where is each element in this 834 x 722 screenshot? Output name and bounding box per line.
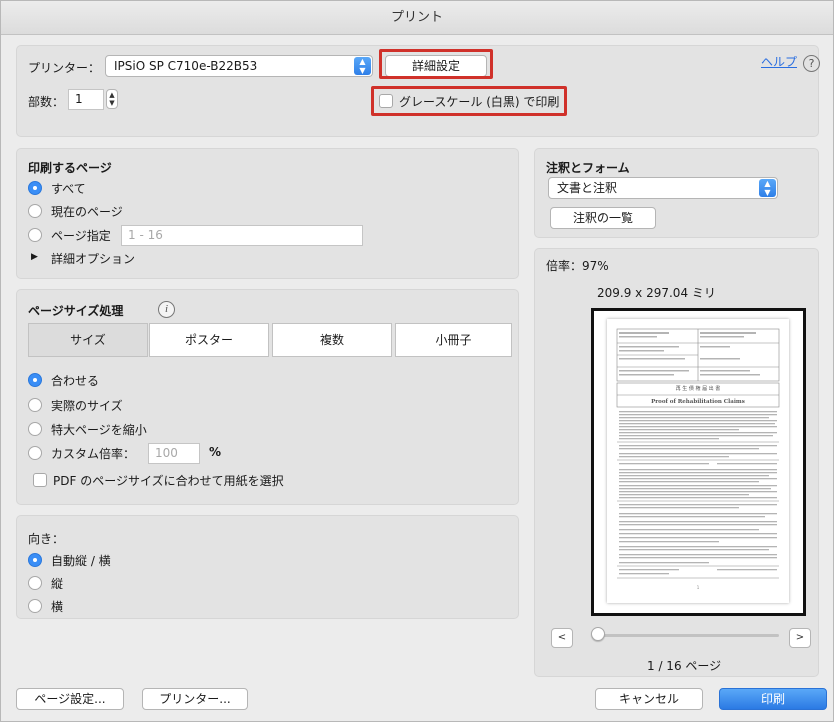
fit-radio[interactable] bbox=[28, 373, 42, 387]
disclosure-triangle-icon[interactable]: ▶ bbox=[31, 252, 38, 262]
document-content-lines: 再 生 債 権 届 出 書 Proof of Rehabilitation Cl… bbox=[616, 328, 780, 590]
custom-scale-input[interactable]: 100 bbox=[148, 443, 200, 464]
document-page-number: 1 bbox=[697, 585, 700, 590]
orientation-title: 向き： bbox=[28, 532, 65, 546]
advanced-options-label[interactable]: 詳細オプション bbox=[51, 250, 135, 267]
page-dimensions: 209.9 x 297.04 ミリ bbox=[597, 286, 716, 300]
pages-all-label: すべて bbox=[51, 182, 86, 196]
tab-size[interactable]: サイズ bbox=[28, 323, 148, 357]
annotations-value: 文書と注釈 bbox=[557, 181, 618, 195]
page-size-title: ページサイズ処理 bbox=[28, 304, 124, 318]
orientation-portrait-label: 縦 bbox=[51, 577, 64, 591]
pages-current-label: 現在のページ bbox=[51, 205, 123, 219]
help-icon[interactable]: ? bbox=[803, 55, 820, 72]
shrink-oversized-radio[interactable] bbox=[28, 422, 42, 436]
print-dialog: プリント プリンター： IPSiO SP C710e-B22B53 ▲ ▼ 詳細設… bbox=[0, 0, 834, 722]
custom-scale-label: カスタム倍率： bbox=[51, 447, 136, 461]
print-button[interactable]: 印刷 bbox=[719, 688, 827, 710]
pages-title: 印刷するページ bbox=[28, 161, 112, 175]
printer-value: IPSiO SP C710e-B22B53 bbox=[114, 59, 258, 73]
tab-multiple[interactable]: 複数 bbox=[272, 323, 392, 357]
printer-select[interactable]: IPSiO SP C710e-B22B53 ▲ ▼ bbox=[105, 55, 373, 77]
help-link[interactable]: ヘルプ bbox=[761, 53, 797, 70]
cancel-button[interactable]: キャンセル bbox=[595, 688, 703, 710]
tab-poster[interactable]: ポスター bbox=[149, 323, 269, 357]
info-icon[interactable]: i bbox=[158, 301, 175, 318]
tab-booklet[interactable]: 小冊子 bbox=[395, 323, 512, 357]
page-indicator: 1 / 16 ページ bbox=[647, 659, 722, 673]
window-title: プリント bbox=[1, 1, 833, 35]
printer-label: プリンター： bbox=[28, 61, 101, 75]
preview-frame: 再 生 債 権 届 出 書 Proof of Rehabilitation Cl… bbox=[591, 308, 806, 616]
previous-page-button[interactable]: < bbox=[551, 628, 573, 648]
custom-scale-radio[interactable] bbox=[28, 446, 42, 460]
pages-range-input[interactable]: 1 - 16 bbox=[121, 225, 363, 246]
document-title-text: 再 生 債 権 届 出 書 bbox=[676, 385, 721, 392]
page-slider-knob[interactable] bbox=[591, 627, 605, 641]
percent-label: % bbox=[209, 445, 222, 459]
orientation-auto-radio[interactable] bbox=[28, 553, 42, 567]
document-page-preview: 再 生 債 権 届 出 書 Proof of Rehabilitation Cl… bbox=[607, 319, 789, 603]
orientation-portrait-radio[interactable] bbox=[28, 576, 42, 590]
actual-size-label: 実際のサイズ bbox=[51, 399, 123, 413]
copies-stepper[interactable]: ▲ ▼ bbox=[106, 89, 118, 109]
next-page-button[interactable]: > bbox=[789, 628, 811, 648]
shrink-oversized-label: 特大ページを縮小 bbox=[51, 423, 147, 437]
annotations-select[interactable]: 文書と注釈 ▲ ▼ bbox=[548, 177, 778, 199]
copies-label: 部数： bbox=[28, 95, 65, 109]
fit-label: 合わせる bbox=[51, 374, 100, 388]
annotations-list-button[interactable]: 注釈の一覧 bbox=[550, 207, 656, 229]
pages-current-radio[interactable] bbox=[28, 204, 42, 218]
orientation-auto-label: 自動縦 / 横 bbox=[51, 554, 111, 568]
page-slider-track[interactable] bbox=[599, 634, 779, 637]
document-subtitle-text: Proof of Rehabilitation Claims bbox=[651, 399, 745, 405]
pages-all-radio[interactable] bbox=[28, 181, 42, 195]
popup-arrows-icon: ▲ ▼ bbox=[354, 57, 371, 75]
printer-button[interactable]: プリンター... bbox=[142, 688, 248, 710]
details-highlight bbox=[379, 49, 493, 79]
copies-input[interactable]: 1 bbox=[68, 89, 104, 110]
actual-size-radio[interactable] bbox=[28, 398, 42, 412]
pages-range-radio[interactable] bbox=[28, 228, 42, 242]
pdf-fit-checkbox[interactable] bbox=[33, 473, 47, 487]
scale-value: 97% bbox=[582, 259, 609, 273]
grayscale-label: グレースケール (白黒) で印刷 bbox=[399, 95, 560, 109]
grayscale-checkbox[interactable] bbox=[379, 94, 393, 108]
orientation-landscape-radio[interactable] bbox=[28, 599, 42, 613]
pdf-fit-label: PDF のページサイズに合わせて用紙を選択 bbox=[53, 474, 284, 488]
orientation-landscape-label: 横 bbox=[51, 600, 64, 614]
pages-range-label: ページ指定 bbox=[51, 229, 111, 243]
annotations-title: 注釈とフォーム bbox=[546, 161, 630, 175]
page-setup-button[interactable]: ページ設定... bbox=[16, 688, 124, 710]
popup-arrows-icon: ▲ ▼ bbox=[759, 179, 776, 197]
scale-label: 倍率：97% bbox=[546, 259, 609, 273]
